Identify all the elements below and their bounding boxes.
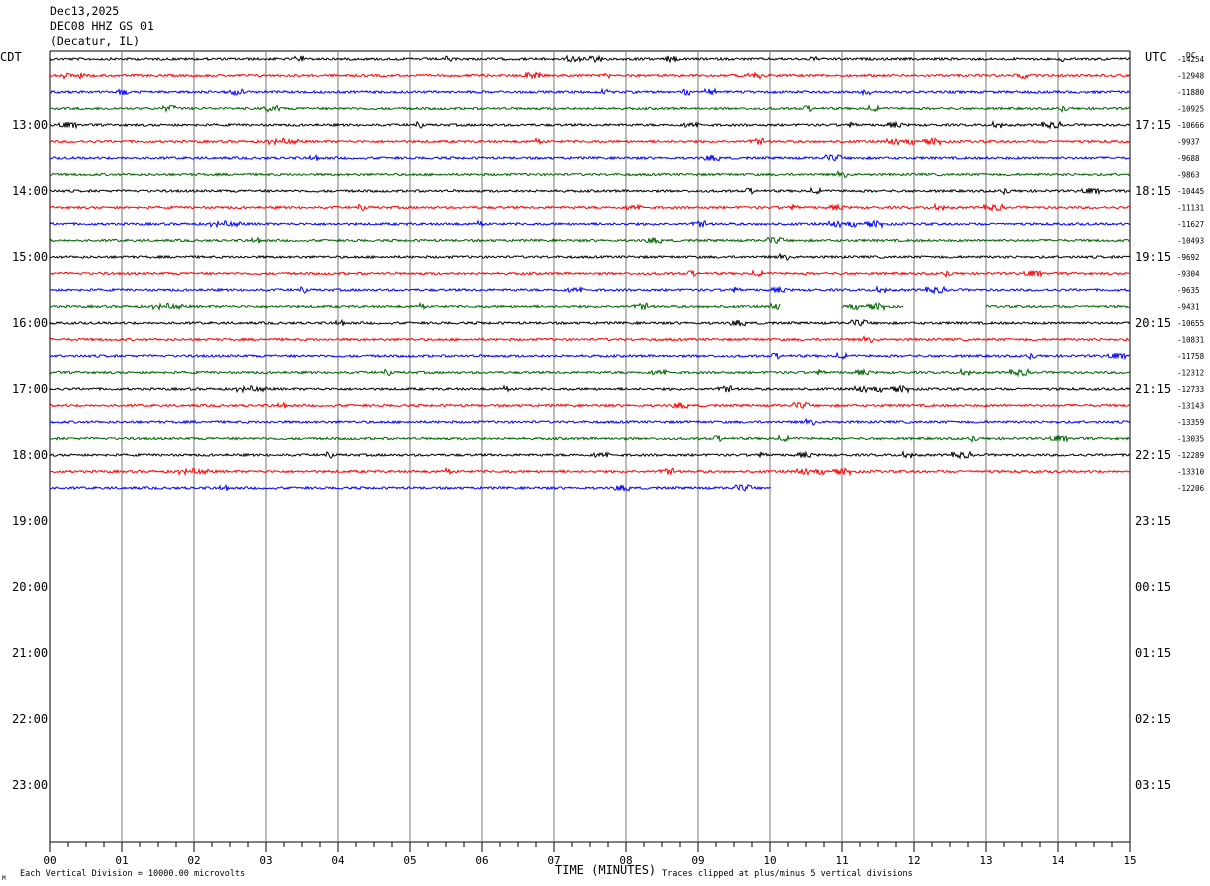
dc-offset-label: -12206 — [1177, 484, 1205, 493]
x-tick-label: 05 — [403, 854, 416, 867]
seismic-trace — [49, 136, 1131, 147]
dc-offset-label: -13035 — [1177, 435, 1204, 444]
x-tick-label: 14 — [1051, 854, 1065, 867]
left-time-label: 14:00 — [12, 184, 48, 198]
seismic-trace — [841, 302, 904, 312]
seismic-trace — [49, 466, 1131, 477]
seismic-trace — [49, 202, 1131, 213]
left-time-label: 18:00 — [12, 448, 48, 462]
left-time-label: 22:00 — [12, 712, 48, 726]
x-axis-label: TIME (MINUTES) — [555, 863, 656, 877]
dc-offset-label: -10655 — [1177, 319, 1204, 328]
right-time-label: 03:15 — [1135, 778, 1171, 792]
seismic-trace — [49, 103, 1131, 114]
seismic-trace — [49, 433, 1131, 443]
dc-offset-label: -9635 — [1177, 286, 1200, 295]
dc-offset-label: -9688 — [1177, 154, 1200, 163]
dc-offset-label: -12312 — [1177, 369, 1204, 378]
dc-offset-label: -9304 — [1177, 270, 1200, 279]
dc-offset-label: -13359 — [1177, 418, 1204, 427]
left-time-label: 13:00 — [12, 118, 48, 132]
x-tick-label: 12 — [907, 854, 920, 867]
dc-offset-label: -10493 — [1177, 237, 1204, 246]
dc-offset-label: -9863 — [1177, 171, 1200, 180]
seismic-trace — [49, 301, 781, 312]
dc-offset-label: -11758 — [1177, 352, 1205, 361]
seismic-trace — [49, 367, 1131, 378]
left-time-label: 23:00 — [12, 778, 48, 792]
dc-offset-label: -10831 — [1177, 336, 1204, 345]
seismic-trace — [49, 186, 1131, 196]
corner-mark: M — [2, 875, 6, 882]
left-time-label: 17:00 — [12, 382, 48, 396]
seismic-trace — [49, 351, 1131, 361]
x-tick-label: 13 — [979, 854, 992, 867]
dc-offset-label: -10666 — [1177, 121, 1205, 130]
x-tick-label: 01 — [115, 854, 128, 867]
dc-offset-label: -10925 — [1177, 105, 1204, 114]
right-time-label: 18:15 — [1135, 184, 1171, 198]
seismic-trace — [49, 252, 1131, 261]
dc-offset-label: -13143 — [1177, 402, 1204, 411]
seismic-trace — [49, 268, 1131, 278]
dc-offset-label: -9937 — [1177, 138, 1200, 147]
seismic-trace — [49, 335, 1131, 344]
dc-offset-label: -12733 — [1177, 385, 1204, 394]
seismogram-plot: 00 01 02 03 04 05 06 07 08 09 10 11 12 13 14 1513:0014:… — [0, 50, 1205, 882]
cdt-label: CDT — [0, 50, 22, 64]
x-tick-label: 00 — [43, 854, 56, 867]
left-time-label: 21:00 — [12, 646, 48, 660]
seismic-trace — [49, 417, 1131, 426]
seismic-trace — [49, 318, 1131, 327]
x-tick-label: 02 — [187, 854, 200, 867]
dc-offset-label: -13310 — [1177, 468, 1205, 477]
right-time-label: 02:15 — [1135, 712, 1171, 726]
seismic-trace — [49, 236, 1131, 245]
dc-offset-label: -11627 — [1177, 220, 1204, 229]
x-tick-label: 09 — [691, 854, 704, 867]
seismic-trace — [49, 153, 1131, 162]
right-time-label: 17:15 — [1135, 118, 1171, 132]
x-tick-label: 11 — [835, 854, 848, 867]
left-time-label: 19:00 — [12, 514, 48, 528]
x-tick-label: 10 — [763, 854, 776, 867]
seismic-trace — [49, 54, 1131, 64]
seismic-trace — [49, 401, 1131, 410]
seismic-trace — [49, 119, 1131, 130]
right-time-label: 21:15 — [1135, 382, 1171, 396]
right-time-label: 01:15 — [1135, 646, 1171, 660]
left-time-label: 16:00 — [12, 316, 48, 330]
right-time-label: 20:15 — [1135, 316, 1171, 330]
seismic-trace — [49, 384, 1131, 395]
right-time-label: 23:15 — [1135, 514, 1171, 528]
x-tick-label: 03 — [259, 854, 272, 867]
clip-note: Traces clipped at plus/minus 5 vertical … — [662, 869, 913, 879]
dc-offset-label: -11131 — [1177, 204, 1204, 213]
x-tick-label: 06 — [475, 854, 488, 867]
seismic-trace — [49, 170, 1131, 179]
right-time-label: 00:15 — [1135, 580, 1171, 594]
seismic-trace — [49, 219, 1131, 230]
seismic-trace — [49, 87, 1131, 97]
seismic-trace — [49, 449, 1131, 460]
utc-label: UTC — [1145, 50, 1167, 64]
seismic-trace — [49, 70, 1131, 81]
seismic-trace — [49, 284, 1131, 295]
right-time-label: 22:15 — [1135, 448, 1171, 462]
scale-note: Each Vertical Division = 10000.00 microv… — [20, 869, 245, 879]
x-tick-label: 04 — [331, 854, 345, 867]
dc-offset-label: -10445 — [1177, 187, 1204, 196]
dc-offset-label: -12289 — [1177, 451, 1204, 460]
right-time-label: 19:15 — [1135, 250, 1171, 264]
x-tick-label: 15 — [1123, 854, 1136, 867]
dc-label: DC — [1186, 51, 1196, 60]
dc-offset-label: -9692 — [1177, 253, 1200, 262]
dc-offset-label: -9431 — [1177, 303, 1200, 312]
dc-offset-label: -11880 — [1177, 88, 1205, 97]
left-time-label: 15:00 — [12, 250, 48, 264]
dc-offset-label: -12948 — [1177, 72, 1205, 81]
left-time-label: 20:00 — [12, 580, 48, 594]
